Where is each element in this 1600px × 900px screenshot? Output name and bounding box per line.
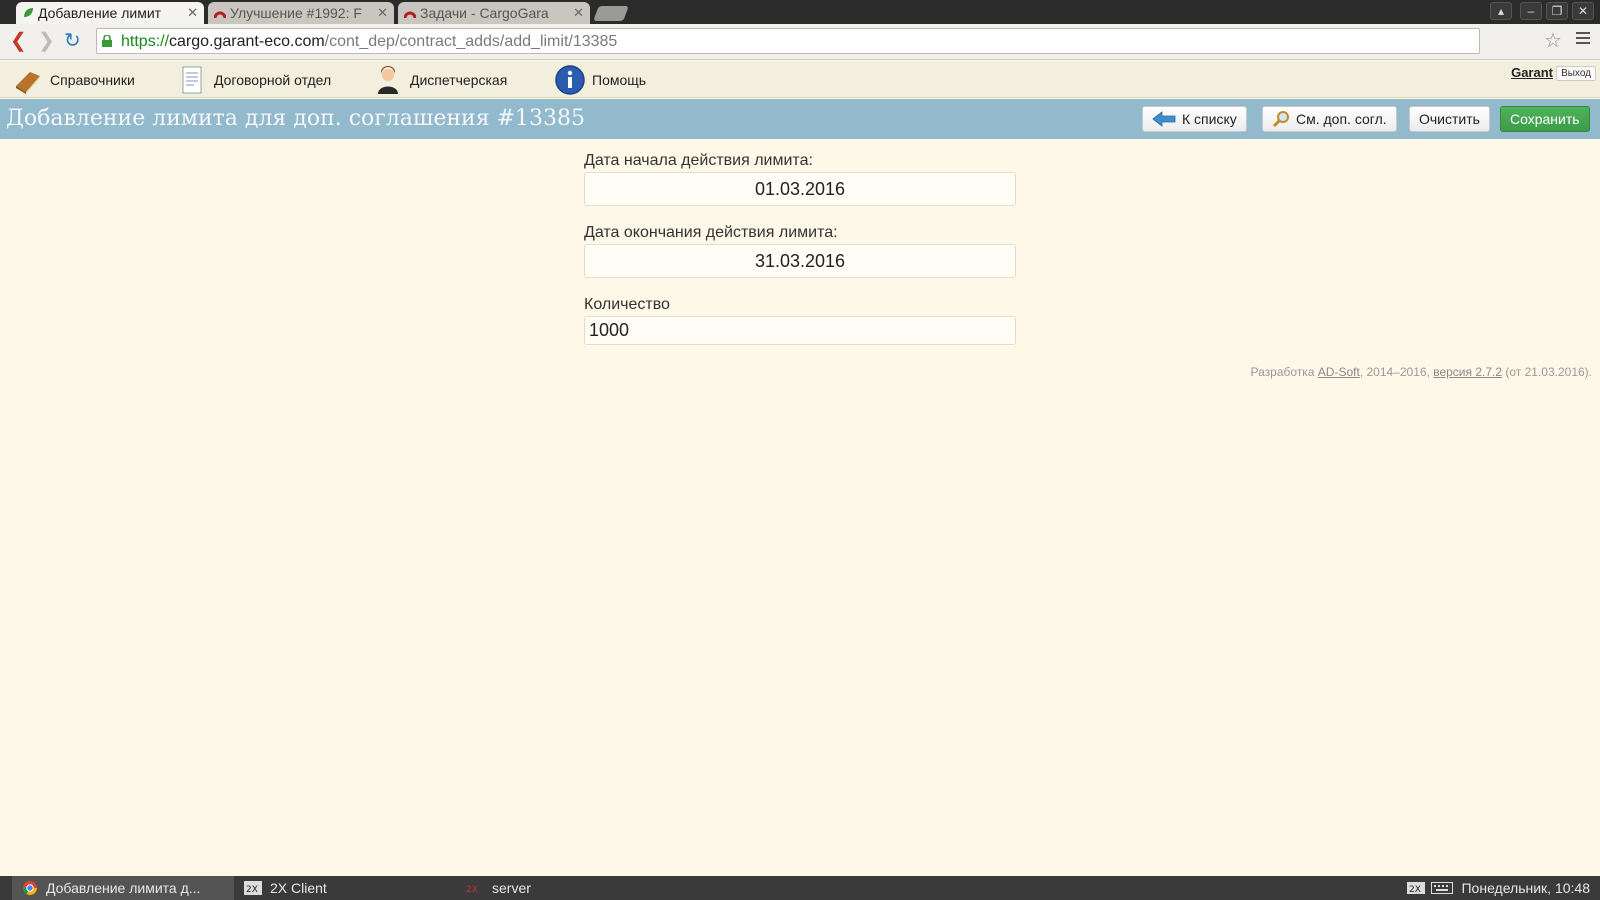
close-window-button[interactable]: ✕	[1572, 2, 1594, 20]
browser-tab-strip: Добавление лимит ✕ Улучшение #1992: F ✕ …	[0, 0, 1600, 24]
taskbar: Добавление лимита д... 2X 2X Client 2X s…	[0, 876, 1600, 900]
browser-tab[interactable]: Улучшение #1992: F ✕	[208, 2, 394, 24]
end-date-group: Дата окончания действия лимита: 31.03.20…	[584, 222, 1016, 278]
dispatcher-icon	[378, 65, 398, 94]
menu-item-label: Справочники	[50, 71, 135, 88]
save-button[interactable]: Сохранить	[1500, 106, 1590, 132]
document-icon	[182, 66, 202, 93]
leaf-icon	[24, 8, 33, 17]
tab-title: Задачи - CargoGara	[420, 5, 549, 21]
menu-item-contract-dept[interactable]: Договорной отдел	[176, 61, 331, 98]
button-label: К списку	[1182, 111, 1237, 127]
taskbar-label: Добавление лимита д...	[46, 880, 201, 896]
quantity-field[interactable]: 1000	[584, 316, 1016, 345]
url-scheme: https://	[121, 33, 170, 50]
redmine-icon	[214, 11, 226, 19]
tab-title: Добавление лимит	[38, 5, 162, 21]
svg-text:2X: 2X	[466, 885, 478, 895]
quantity-label: Количество	[584, 296, 670, 313]
menu-item-label: Помощь	[592, 71, 647, 88]
quantity-group: Количество 1000	[584, 294, 1016, 345]
forward-icon[interactable]: ❯	[38, 30, 55, 52]
bookmark-star-icon[interactable]: ☆	[1544, 28, 1562, 53]
books-icon	[16, 71, 40, 94]
taskbar-item-server[interactable]: 2X server	[466, 876, 676, 900]
new-tab-button[interactable]	[593, 6, 629, 21]
system-tray: 2X Понедельник, 10:48	[1407, 876, 1590, 900]
address-bar[interactable]: https://cargo.garant-eco.com/cont_dep/co…	[96, 28, 1480, 54]
magnifier-icon	[1272, 111, 1289, 128]
button-label: См. доп. согл.	[1296, 111, 1387, 127]
profile-icon[interactable]: ▴	[1490, 2, 1512, 20]
browser-tab[interactable]: Задачи - CargoGara ✕	[398, 2, 590, 24]
url-path: /cont_dep/contract_adds/add_limit/13385	[324, 33, 618, 50]
view-addendum-button[interactable]: См. доп. согл.	[1262, 106, 1397, 132]
user-link[interactable]: Garant	[1511, 65, 1553, 80]
reload-icon[interactable]: ↻	[64, 30, 81, 52]
footer: Разработка AD-Soft, 2014–2016, версия 2.…	[1251, 365, 1593, 379]
restore-button[interactable]: ❐	[1546, 2, 1568, 20]
keyboard-icon[interactable]	[1431, 881, 1454, 895]
start-date-label: Дата начала действия лимита:	[584, 152, 813, 169]
start-date-field[interactable]: 01.03.2016	[584, 172, 1016, 206]
end-date-field[interactable]: 31.03.2016	[584, 244, 1016, 278]
logout-button[interactable]: Выход	[1556, 66, 1596, 81]
url-text: https://cargo.garant-eco.com/cont_dep/co…	[121, 33, 617, 51]
button-label: Сохранить	[1510, 111, 1580, 127]
app-menu-bar: Справочники Договорной отдел Диспетчерск…	[0, 61, 1600, 98]
end-date-label: Дата окончания действия лимита:	[584, 224, 838, 241]
page-title: Добавление лимита для доп. соглашения #1…	[6, 106, 586, 131]
menu-item-label: Диспетчерская	[410, 71, 508, 88]
2x-tray-icon[interactable]: 2X	[1407, 881, 1426, 895]
redmine-icon	[404, 11, 416, 19]
taskbar-label: server	[492, 880, 531, 896]
taskbar-item-browser[interactable]: Добавление лимита д...	[12, 876, 234, 900]
button-label: Очистить	[1419, 111, 1480, 127]
2x-server-icon: 2X	[466, 885, 478, 895]
taskbar-label: 2X Client	[270, 880, 327, 896]
clear-button[interactable]: Очистить	[1409, 106, 1490, 132]
chrome-icon	[23, 881, 37, 895]
back-to-list-button[interactable]: К списку	[1142, 106, 1247, 132]
menu-item-directories[interactable]: Справочники	[12, 61, 135, 98]
browser-menu-icon[interactable]	[1576, 32, 1590, 44]
page-header: Добавление лимита для доп. соглашения #1…	[0, 99, 1600, 139]
back-icon[interactable]: ❮	[10, 30, 27, 52]
svg-text:2X: 2X	[246, 885, 258, 895]
url-host: cargo.garant-eco.com	[169, 33, 325, 50]
arrow-left-icon	[1152, 111, 1176, 127]
lock-icon	[102, 35, 112, 47]
info-icon	[555, 64, 585, 95]
taskbar-item-2x-client[interactable]: 2X 2X Client	[244, 876, 454, 900]
footer-date: (от 21.03.2016).	[1502, 365, 1592, 379]
limit-form: Дата начала действия лимита: 01.03.2016 …	[584, 150, 1016, 361]
clock[interactable]: Понедельник, 10:48	[1461, 880, 1590, 896]
footer-years: , 2014–2016,	[1359, 365, 1434, 379]
close-icon[interactable]: ✕	[573, 2, 584, 24]
menu-item-help[interactable]: Помощь	[554, 61, 646, 98]
start-date-group: Дата начала действия лимита: 01.03.2016	[584, 150, 1016, 206]
tab-title: Улучшение #1992: F	[230, 5, 362, 21]
browser-tab-active[interactable]: Добавление лимит ✕	[16, 2, 204, 24]
version-link[interactable]: версия 2.7.2	[1433, 365, 1502, 379]
minimize-button[interactable]: –	[1520, 2, 1542, 20]
developer-link[interactable]: AD-Soft	[1318, 365, 1360, 379]
2x-icon: 2X	[244, 881, 262, 895]
close-icon[interactable]: ✕	[377, 2, 388, 24]
close-icon[interactable]: ✕	[187, 2, 198, 24]
menu-item-dispatcher[interactable]: Диспетчерская	[372, 61, 507, 98]
menu-item-label: Договорной отдел	[214, 71, 332, 88]
browser-toolbar: ❮ ❯ ↻ https://cargo.garant-eco.com/cont_…	[0, 24, 1600, 60]
footer-prefix: Разработка	[1250, 365, 1318, 379]
svg-text:2X: 2X	[1409, 885, 1421, 895]
